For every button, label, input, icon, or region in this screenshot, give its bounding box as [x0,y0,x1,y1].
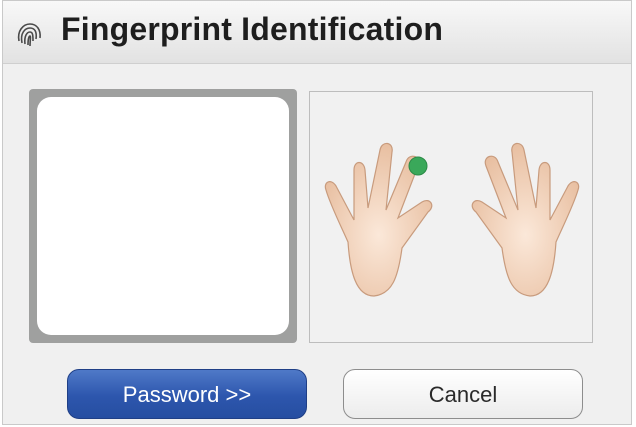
finger-selection-panel [309,91,593,343]
window-title: Fingerprint Identification [61,11,444,47]
highlighted-finger-marker[interactable] [408,156,428,176]
title-bar: Fingerprint Identification [3,1,631,64]
password-button[interactable]: Password >> [67,369,307,419]
cancel-button[interactable]: Cancel [343,369,583,419]
right-hand[interactable] [471,142,580,297]
fingerprint-scan-area [37,97,289,335]
fingerprint-scan-panel [29,89,297,343]
fingerprint-icon [14,19,44,49]
fingerprint-dialog: Fingerprint Identification Password >> C… [2,0,632,425]
